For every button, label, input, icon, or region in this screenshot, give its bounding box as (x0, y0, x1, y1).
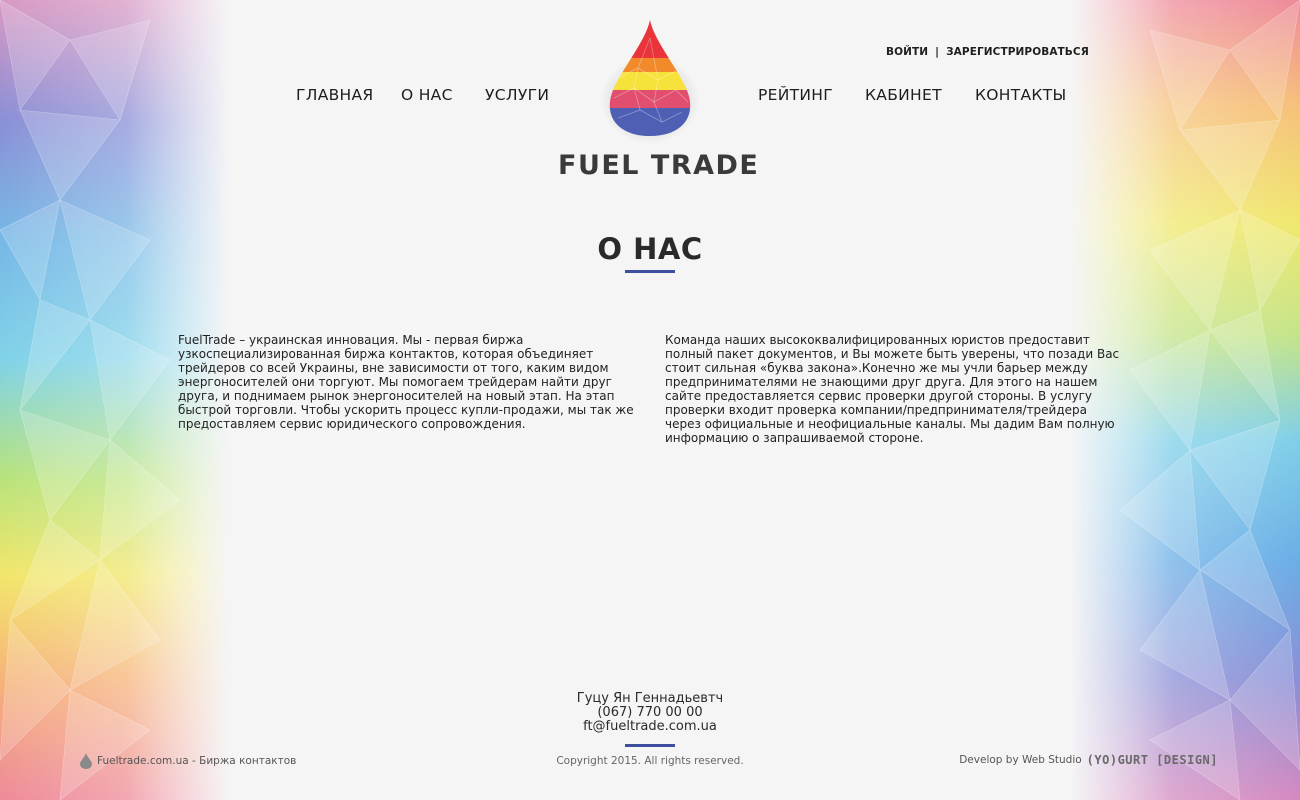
nav-item-home[interactable]: ГЛАВНАЯ (296, 86, 373, 104)
login-link[interactable]: ВОЙТИ (886, 46, 928, 58)
nav-item-about[interactable]: О НАС (401, 86, 453, 104)
about-text-right: Команда наших высококвалифицированных юр… (665, 333, 1120, 445)
contact-email[interactable]: ft@fueltrade.com.ua (0, 720, 1300, 734)
footer-developer[interactable]: Develop by Web Studio (YO)GURT [DESIGN] (959, 753, 1218, 767)
register-link[interactable]: ЗАРЕГИСТРИРОВАТЬСЯ (946, 46, 1089, 58)
about-text-left: FuelTrade – украинская инновация. Мы - п… (178, 333, 634, 431)
contact-name: Гуцу Ян Геннадьевтч (576, 691, 724, 706)
nav-item-services[interactable]: УСЛУГИ (485, 86, 549, 104)
logo-text: FUEL TRADE (558, 150, 760, 181)
auth-links: ВОЙТИ | ЗАРЕГИСТРИРОВАТЬСЯ (886, 46, 1089, 58)
nav-item-rating[interactable]: РЕЙТИНГ (758, 86, 833, 104)
footer-developer-label: Develop by Web Studio (959, 754, 1082, 766)
title-underline (625, 270, 675, 273)
contact-underline (625, 744, 675, 747)
contact-phone[interactable]: (067) 770 00 00 (0, 706, 1300, 720)
nav-item-cabinet[interactable]: КАБИНЕТ (865, 86, 942, 104)
page-title: О НАС (597, 232, 703, 266)
auth-separator: | (935, 46, 940, 58)
footer-developer-brand: (YO)GURT [DESIGN] (1086, 753, 1218, 767)
nav-item-contacts[interactable]: КОНТАКТЫ (975, 86, 1066, 104)
